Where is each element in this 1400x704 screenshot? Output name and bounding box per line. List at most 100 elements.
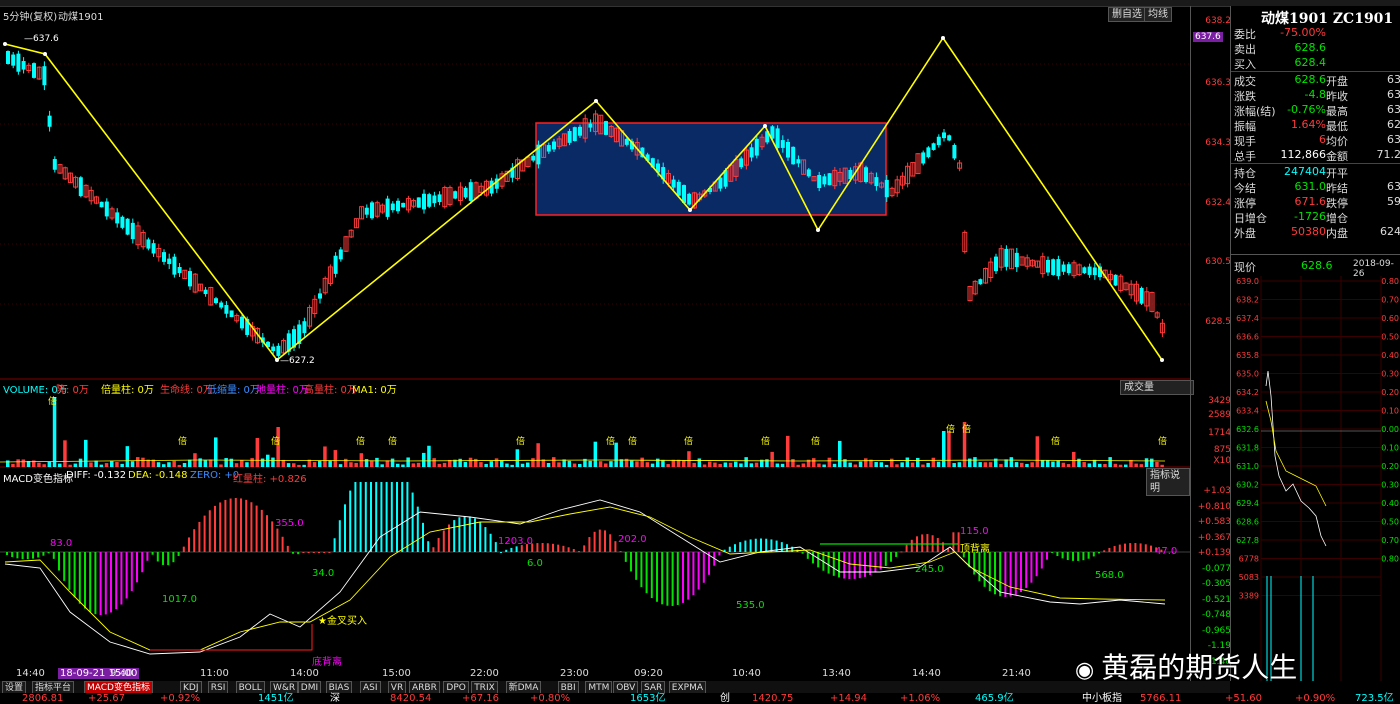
volume-bar xyxy=(1009,457,1014,467)
macd-legend: MACD变色指标 DIFF: -0.132 DEA: -0.148 ZERO: … xyxy=(0,468,1190,496)
quote-row-value2: 63 xyxy=(1387,180,1400,193)
macd-bar xyxy=(895,552,898,557)
volume-bar xyxy=(801,463,806,467)
macd-bar xyxy=(505,549,508,552)
macd-bar xyxy=(1035,552,1038,577)
quote-row-value: 628.4 xyxy=(1294,56,1327,69)
macd-bar xyxy=(1139,543,1142,552)
volume-bar xyxy=(884,464,889,467)
volume-bar xyxy=(214,437,218,467)
volume-tag: 倍 xyxy=(1051,435,1060,447)
volume-bar xyxy=(936,461,941,467)
macd-bar xyxy=(250,502,253,552)
volume-bar xyxy=(1030,462,1034,467)
macd-bar xyxy=(656,552,658,602)
macd-bar xyxy=(1056,552,1059,557)
volume-bar xyxy=(895,464,899,467)
volume-bar xyxy=(141,457,145,467)
intraday-mini-chart[interactable]: 639.0 638.2 637.4 636.6 635.8 635.0 634.2 633.4… xyxy=(1231,276,1400,681)
quote-panel: 动煤1901 ZC1901 委比 -75.00% 卖出 628.6 买入 628.4 成交 6… xyxy=(1230,6,1400,681)
volume-bar xyxy=(531,458,535,467)
quote-row: 涨跌 -4.8 昨收 63 xyxy=(1231,88,1400,103)
macd-bar xyxy=(453,520,456,552)
candle-body xyxy=(370,202,374,219)
candle-body xyxy=(16,53,21,72)
volume-mode-select[interactable]: 成交量 xyxy=(1120,380,1194,395)
macd-bar xyxy=(479,521,482,552)
candle-body xyxy=(401,202,406,208)
volume-bar xyxy=(338,464,343,467)
candle-body xyxy=(1051,259,1056,275)
macd-annot-1: 83.0 xyxy=(50,538,72,549)
volume-bar xyxy=(916,457,920,467)
candle-body xyxy=(42,66,47,86)
volume-bar xyxy=(432,458,436,467)
remove-watchlist-button[interactable]: 删自选 xyxy=(1108,7,1146,22)
volume-bar xyxy=(557,462,561,467)
macd-bar xyxy=(390,482,393,552)
candle-body xyxy=(754,138,759,156)
status-item: 2806.81 xyxy=(22,693,64,704)
macd-bar xyxy=(702,552,705,583)
volume-bar xyxy=(1108,457,1112,467)
price-tick: 634.3 xyxy=(1205,138,1231,148)
quote-row-value: -0.76% xyxy=(1287,103,1326,116)
volume-bar xyxy=(286,463,291,467)
macd-bar xyxy=(1020,552,1022,592)
volume-bar xyxy=(219,464,223,467)
macd-bar xyxy=(52,552,55,559)
volume-tag: 倍 xyxy=(962,423,971,435)
status-item: 8420.54 xyxy=(390,693,432,704)
quote-title: 动煤1901 ZC1901 xyxy=(1261,11,1394,27)
volume-tick: X10 xyxy=(1213,456,1231,466)
price-chart[interactable]: —637.6 —627.2 xyxy=(0,22,1190,380)
macd-bar xyxy=(905,544,908,552)
time-tick: 9:40 xyxy=(110,668,133,679)
candle-body xyxy=(224,305,229,314)
period-label[interactable]: 5分钟(复权) xyxy=(3,8,57,23)
mini-axis-tick: 631.0 xyxy=(1236,462,1259,471)
volume-bar xyxy=(1025,463,1029,467)
volume-bar xyxy=(723,462,728,467)
mini-pct-tick: 0.20 xyxy=(1381,462,1399,471)
macd-annot-8: 535.0 xyxy=(736,600,765,611)
macd-bar xyxy=(838,552,840,578)
time-tick: 21:40 xyxy=(1002,668,1031,679)
macd-bar xyxy=(1092,552,1095,557)
volume-tag: 倍 xyxy=(388,435,397,447)
status-item: +51.60 xyxy=(1225,693,1263,704)
macd-bar xyxy=(302,552,305,553)
zigzag-node xyxy=(275,358,279,362)
candle-body xyxy=(47,115,52,127)
volume-chart[interactable]: 倍倍倍倍倍倍倍倍倍倍倍倍 倍倍倍 xyxy=(0,394,1190,468)
quote-row: 涨停 671.6 跌停 59 xyxy=(1231,195,1400,210)
quote-row: 今结 631.0 昨结 63 xyxy=(1231,180,1400,195)
macd-bar xyxy=(333,538,336,552)
volume-bar xyxy=(666,464,670,467)
macd-chart[interactable]: 83.0 1017.0 355.0 34.0 1203.0 6.0 202.0 535.0 24… xyxy=(0,482,1190,667)
macd-bar xyxy=(172,552,175,563)
candle-body xyxy=(276,345,281,356)
macd-bar xyxy=(84,552,86,609)
candle-body xyxy=(1092,267,1097,276)
macd-bar xyxy=(557,544,560,552)
quote-value: 628.6 xyxy=(1301,259,1333,272)
volume-tag: 倍 xyxy=(356,435,365,447)
symbol-label: 动煤1901 xyxy=(58,12,104,23)
volume-bar xyxy=(890,458,894,467)
mini-axis-tick: 627.8 xyxy=(1236,536,1259,545)
quote-row-value2: 63 xyxy=(1387,73,1400,86)
candle-body xyxy=(604,121,608,135)
candle-body xyxy=(749,147,754,158)
ma-button[interactable]: 均线 xyxy=(1144,7,1172,22)
volume-bar xyxy=(1040,460,1045,467)
volume-bar xyxy=(515,449,520,467)
macd-bar xyxy=(489,533,492,552)
volume-bar xyxy=(988,462,993,467)
mini-pct-tick: 0.40 xyxy=(1381,499,1399,508)
volume-bar xyxy=(73,463,78,467)
candle-body xyxy=(687,193,692,205)
macd-bar xyxy=(546,543,549,552)
macd-bar xyxy=(1077,552,1080,561)
candle-body xyxy=(931,143,936,150)
